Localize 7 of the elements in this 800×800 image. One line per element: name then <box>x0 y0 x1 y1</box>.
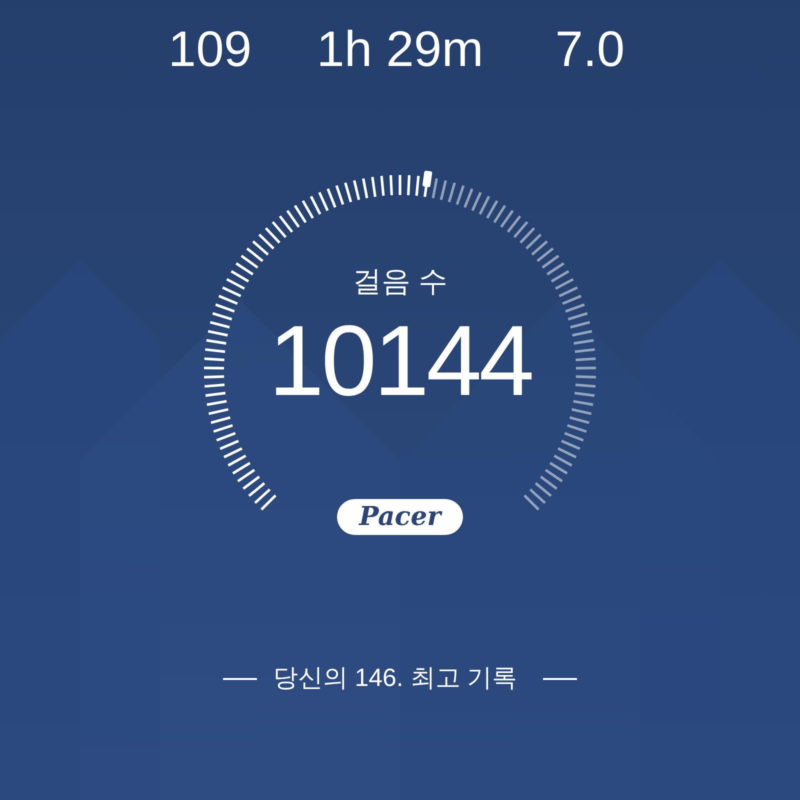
stat-value: 1h 29m <box>316 24 484 74</box>
best-record-text: 당신의 146. 최고 기록 <box>272 666 518 691</box>
stat-value: 7.0 <box>554 24 626 74</box>
steps-count: 10144 <box>268 311 532 411</box>
steps-label: 걸음 수 <box>352 268 448 297</box>
stat-value: 109 <box>167 24 253 74</box>
pacer-logo: Pacer <box>337 499 463 535</box>
